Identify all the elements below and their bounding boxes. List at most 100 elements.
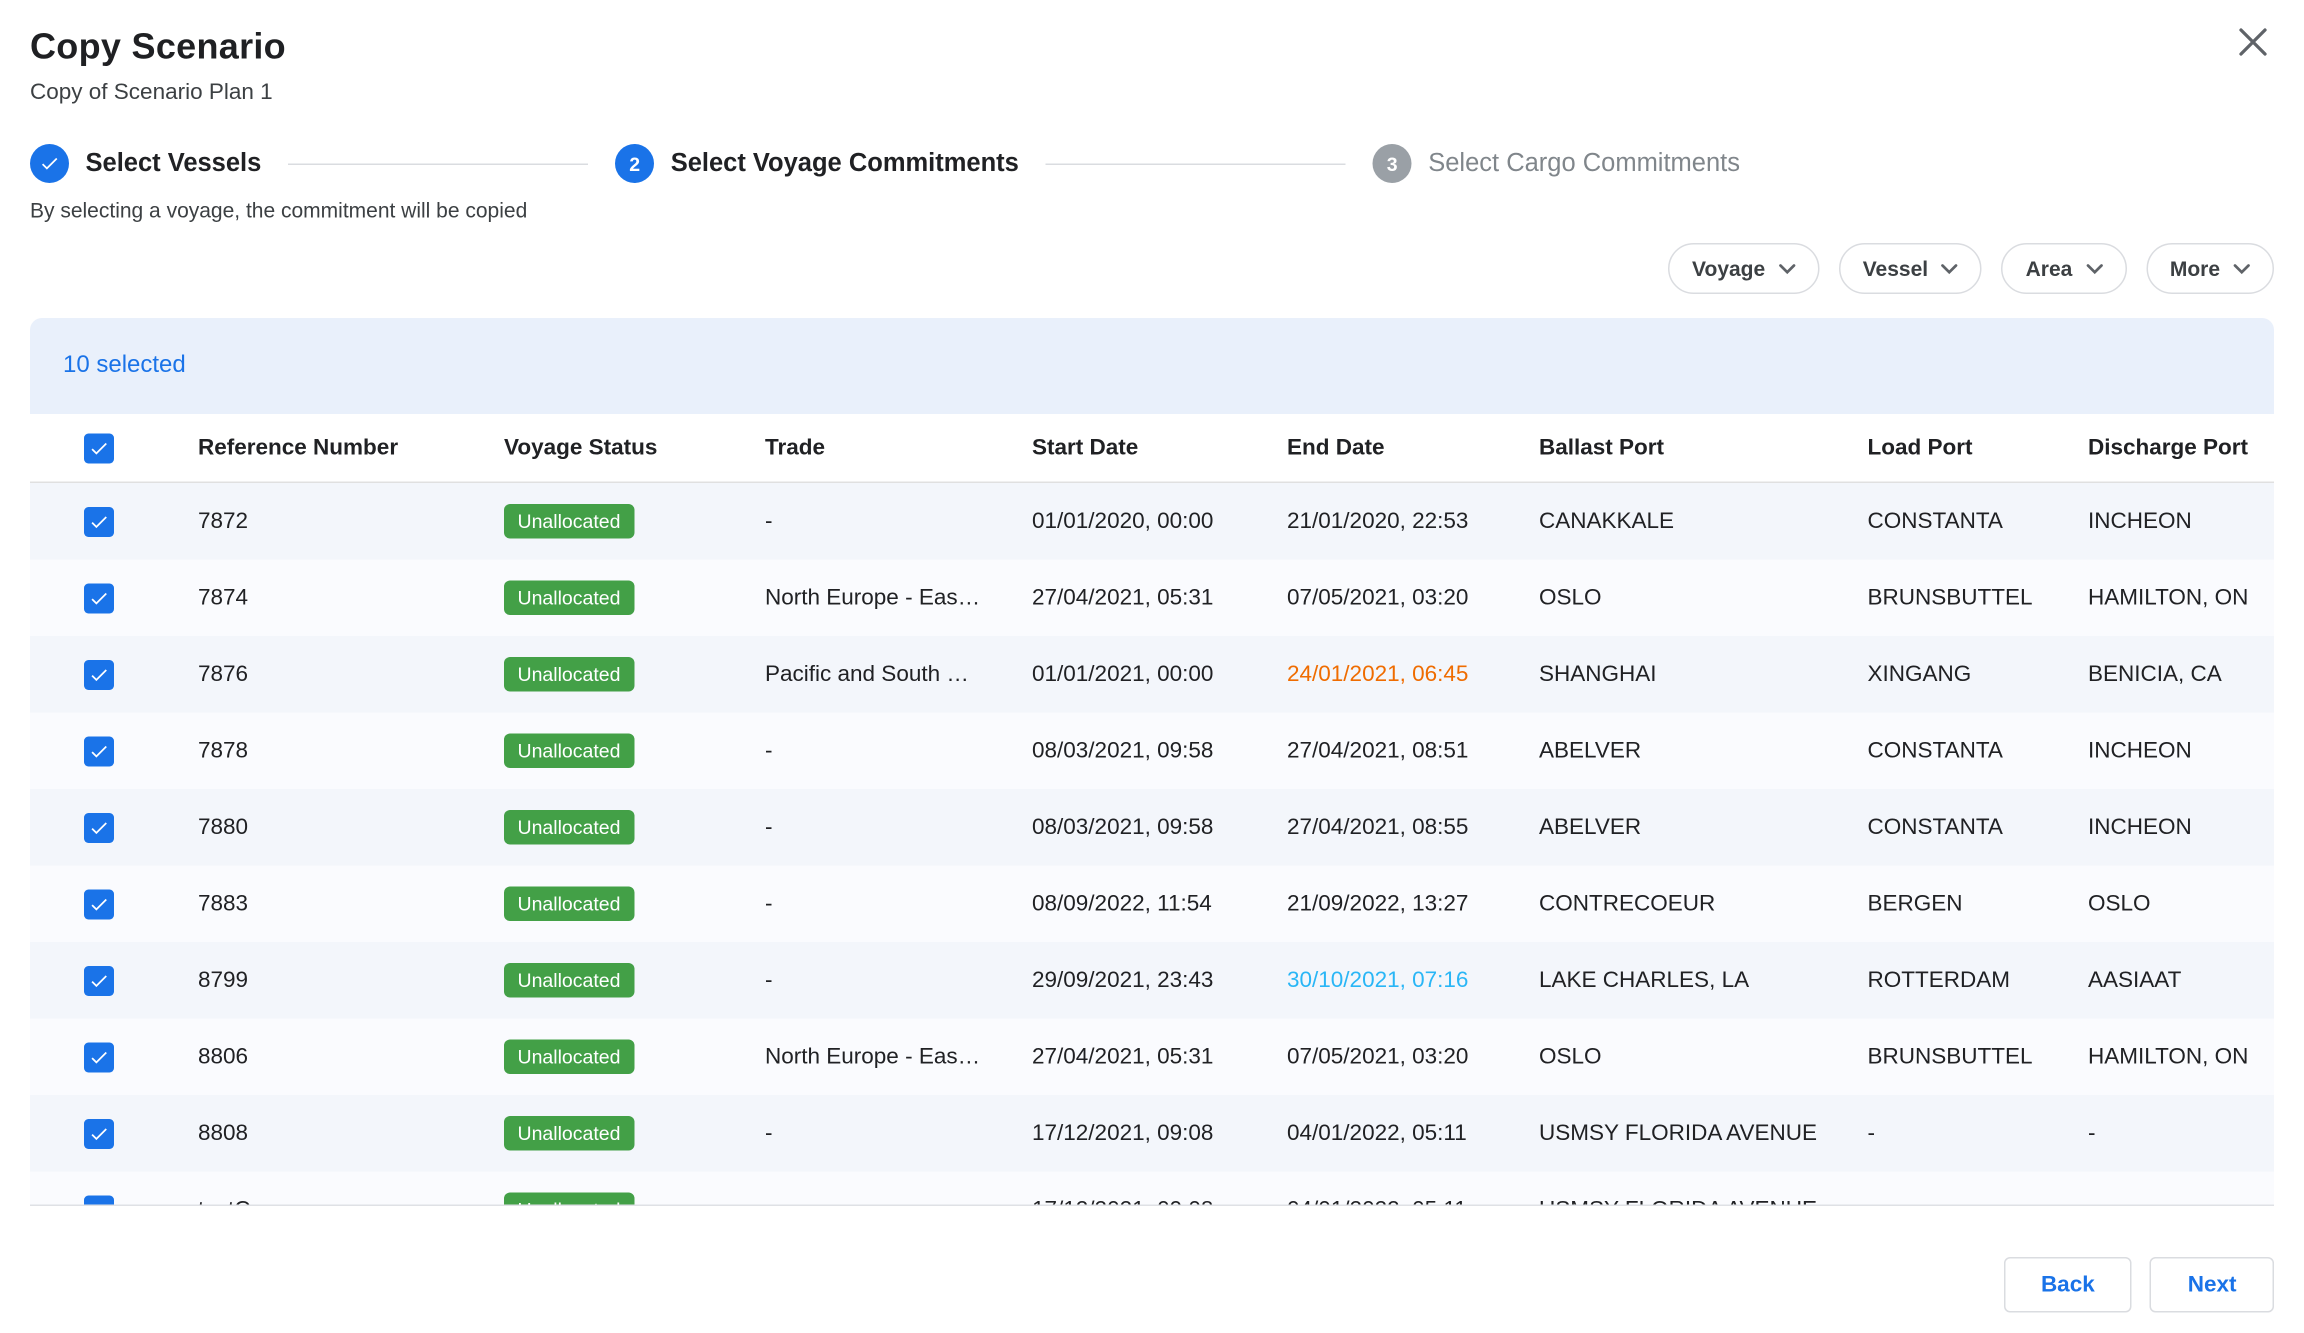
chevron-down-icon [1942, 263, 1959, 274]
end-date-cell: 24/01/2021, 06:45 [1287, 662, 1539, 688]
row-checkbox[interactable] [84, 1118, 114, 1148]
column-header-ballast-port: Ballast Port [1539, 435, 1868, 461]
step-select-cargo-commitments[interactable]: 3 Select Cargo Commitments [1373, 144, 1740, 183]
trade-cell: - [765, 738, 1032, 764]
step-number-indicator: 3 [1373, 144, 1412, 183]
trade-cell: - [765, 1197, 1032, 1206]
step-connector [1046, 163, 1346, 165]
next-button[interactable]: Next [2150, 1257, 2274, 1313]
start-date-cell: 17/12/2021, 09:08 [1032, 1197, 1287, 1206]
discharge-port-cell: INCHEON [2088, 509, 2274, 535]
step-select-voyage-commitments[interactable]: 2 Select Voyage Commitments [615, 144, 1019, 183]
dialog-subtitle: Copy of Scenario Plan 1 [30, 80, 2274, 106]
voyage-status-badge: Unallocated [504, 810, 634, 845]
start-date-cell: 17/12/2021, 09:08 [1032, 1121, 1287, 1147]
table-row: 7883Unallocated-08/09/2022, 11:5421/09/2… [30, 866, 2274, 943]
end-date-cell: 27/04/2021, 08:51 [1287, 738, 1539, 764]
voyage-filter-dropdown[interactable]: Voyage [1668, 243, 1819, 294]
start-date-cell: 27/04/2021, 05:31 [1032, 585, 1287, 611]
discharge-port-cell: - [2088, 1121, 2274, 1147]
close-icon [2238, 26, 2268, 64]
table-row: 7874UnallocatedNorth Europe - Eas…27/04/… [30, 560, 2274, 637]
vessel-filter-label: Vessel [1863, 257, 1928, 281]
row-checkbox[interactable] [84, 736, 114, 766]
row-checkbox[interactable] [84, 965, 114, 995]
column-header-start-date: Start Date [1032, 435, 1287, 461]
area-filter-dropdown[interactable]: Area [2002, 243, 2127, 294]
dialog-header: Copy Scenario Copy of Scenario Plan 1 [0, 0, 2304, 105]
reference-number-cell: 8799 [198, 968, 504, 994]
load-port-cell: BRUNSBUTTEL [1868, 1044, 2089, 1070]
trade-cell: Pacific and South … [765, 662, 1032, 688]
vessel-filter-dropdown[interactable]: Vessel [1839, 243, 1982, 294]
table-row: testCoooUnallocated-17/12/2021, 09:0804/… [30, 1172, 2274, 1207]
column-header-load-port: Load Port [1868, 435, 2089, 461]
ballast-port-cell: USMSY FLORIDA AVENUE [1539, 1197, 1868, 1206]
ballast-port-cell: OSLO [1539, 1044, 1868, 1070]
select-all-checkbox[interactable] [84, 433, 114, 463]
back-button[interactable]: Back [2003, 1257, 2132, 1313]
start-date-cell: 08/09/2022, 11:54 [1032, 891, 1287, 917]
row-checkbox[interactable] [84, 1042, 114, 1072]
load-port-cell: BRUNSBUTTEL [1868, 585, 2089, 611]
end-date-cell: 04/01/2022, 05:11 [1287, 1197, 1539, 1206]
filters-row: Voyage Vessel Area More [30, 243, 2274, 294]
end-date-cell: 07/05/2021, 03:20 [1287, 585, 1539, 611]
end-date-cell: 27/04/2021, 08:55 [1287, 815, 1539, 841]
discharge-port-cell: INCHEON [2088, 815, 2274, 841]
end-date-cell: 30/10/2021, 07:16 [1287, 968, 1539, 994]
chevron-down-icon [2234, 263, 2251, 274]
load-port-cell: CONSTANTA [1868, 815, 2089, 841]
selection-banner: 10 selected [30, 318, 2274, 414]
trade-cell: North Europe - Eas… [765, 1044, 1032, 1070]
ballast-port-cell: ABELVER [1539, 815, 1868, 841]
row-checkbox[interactable] [84, 889, 114, 919]
page-title: Copy Scenario [30, 27, 2274, 69]
reference-number-cell: 7872 [198, 509, 504, 535]
end-date-cell: 04/01/2022, 05:11 [1287, 1121, 1539, 1147]
step-label: Select Voyage Commitments [671, 149, 1019, 179]
ballast-port-cell: OSLO [1539, 585, 1868, 611]
voyage-status-badge: Unallocated [504, 887, 634, 922]
discharge-port-cell: BENICIA, CA [2088, 662, 2274, 688]
stepper: Select Vessels 2 Select Voyage Commitmen… [30, 144, 1740, 183]
column-header-voyage-status: Voyage Status [504, 435, 765, 461]
load-port-cell: - [1868, 1197, 2089, 1206]
ballast-port-cell: LAKE CHARLES, LA [1539, 968, 1868, 994]
row-checkbox[interactable] [84, 812, 114, 842]
dialog-footer: Back Next [2003, 1257, 2274, 1313]
table-row: 8808Unallocated-17/12/2021, 09:0804/01/2… [30, 1095, 2274, 1172]
reference-number-cell: 7883 [198, 891, 504, 917]
table-body: 7872Unallocated-01/01/2020, 00:0021/01/2… [30, 483, 2274, 1206]
table-header-row: Reference Number Voyage Status Trade Sta… [30, 414, 2274, 483]
chevron-down-icon [2086, 263, 2103, 274]
column-header-trade: Trade [765, 435, 1032, 461]
area-filter-label: Area [2026, 257, 2073, 281]
load-port-cell: ROTTERDAM [1868, 968, 2089, 994]
close-button[interactable] [2232, 24, 2274, 66]
chevron-down-icon [1779, 263, 1796, 274]
discharge-port-cell: HAMILTON, ON [2088, 1044, 2274, 1070]
discharge-port-cell: INCHEON [2088, 738, 2274, 764]
voyage-status-badge: Unallocated [504, 581, 634, 616]
start-date-cell: 08/03/2021, 09:58 [1032, 738, 1287, 764]
row-checkbox[interactable] [84, 659, 114, 689]
end-date-cell: 21/09/2022, 13:27 [1287, 891, 1539, 917]
reference-number-cell: 7876 [198, 662, 504, 688]
row-checkbox[interactable] [84, 583, 114, 613]
copy-scenario-dialog: Copy Scenario Copy of Scenario Plan 1 Se… [0, 0, 2304, 1333]
reference-number-cell: 7874 [198, 585, 504, 611]
column-header-end-date: End Date [1287, 435, 1539, 461]
step-select-vessels[interactable]: Select Vessels [30, 144, 261, 183]
start-date-cell: 01/01/2020, 00:00 [1032, 509, 1287, 535]
table-row: 7880Unallocated-08/03/2021, 09:5827/04/2… [30, 789, 2274, 866]
row-checkbox[interactable] [84, 506, 114, 536]
start-date-cell: 08/03/2021, 09:58 [1032, 815, 1287, 841]
end-date-cell: 07/05/2021, 03:20 [1287, 1044, 1539, 1070]
step-label: Select Vessels [86, 149, 262, 179]
more-filter-dropdown[interactable]: More [2146, 243, 2274, 294]
table-row: 7878Unallocated-08/03/2021, 09:5827/04/2… [30, 713, 2274, 790]
table-row: 7876UnallocatedPacific and South …01/01/… [30, 636, 2274, 713]
column-header-reference-number: Reference Number [198, 435, 504, 461]
row-checkbox[interactable] [84, 1195, 114, 1206]
